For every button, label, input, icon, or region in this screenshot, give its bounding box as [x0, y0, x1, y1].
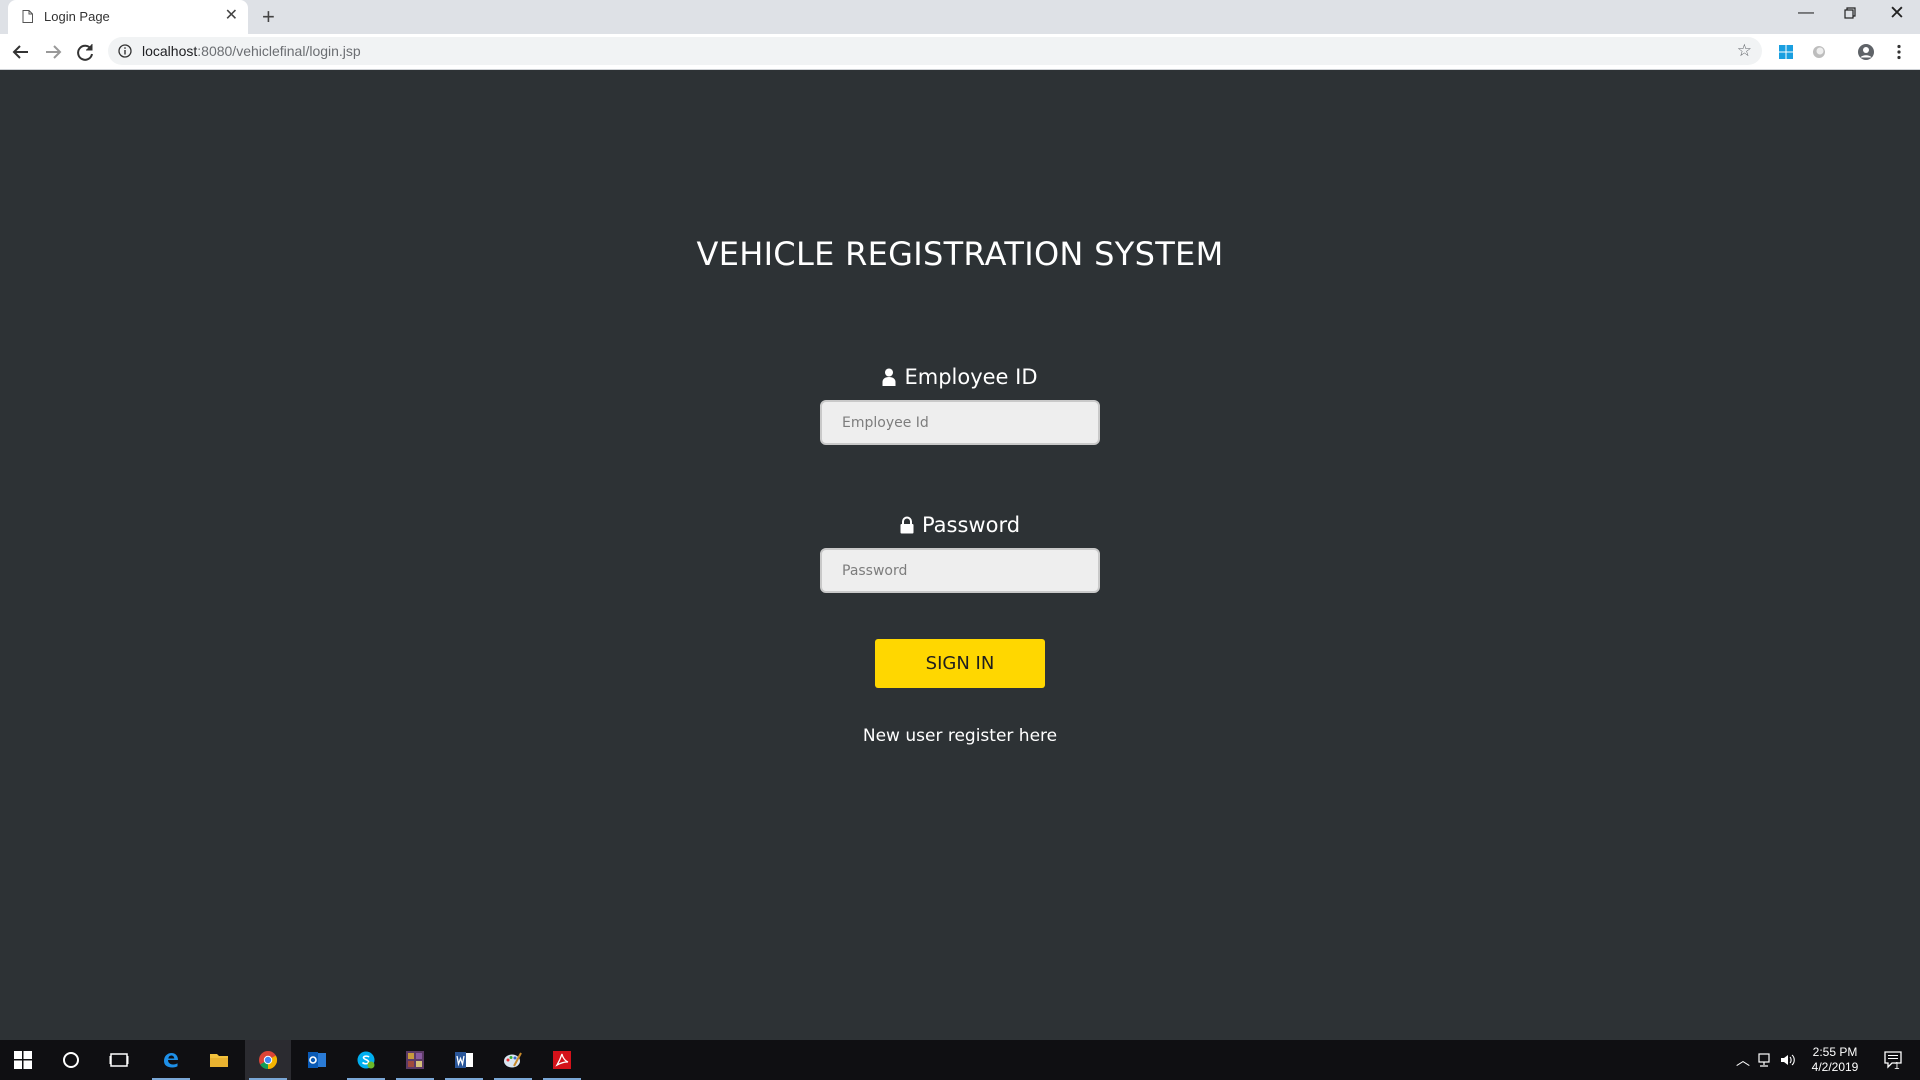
employee-id-input[interactable] — [820, 400, 1100, 445]
minimize-icon[interactable]: — — [1798, 4, 1814, 22]
password-input[interactable] — [820, 548, 1100, 593]
game-app-icon — [406, 1051, 424, 1069]
browser-menu-icon[interactable] — [1890, 43, 1908, 61]
cortana-button[interactable] — [48, 1040, 94, 1080]
browser-toolbar: localhost:8080/vehiclefinal/login.jsp ☆ — [0, 34, 1920, 70]
taskbar-file-explorer[interactable] — [196, 1040, 242, 1080]
taskbar-skype[interactable] — [343, 1040, 389, 1080]
taskbar-chrome[interactable] — [245, 1040, 291, 1080]
paint-icon — [504, 1052, 522, 1068]
url-text: localhost:8080/vehiclefinal/login.jsp — [142, 43, 361, 59]
action-center-button[interactable]: 1 — [1874, 1040, 1914, 1080]
forward-arrow-icon[interactable] — [42, 41, 64, 63]
restore-icon[interactable] — [1844, 6, 1856, 24]
windows-logo-icon — [14, 1051, 32, 1069]
network-icon[interactable] — [1756, 1053, 1772, 1067]
folder-icon — [210, 1054, 228, 1067]
register-link[interactable]: New user register here — [0, 726, 1920, 746]
user-icon — [882, 368, 896, 386]
task-view-button[interactable] — [96, 1040, 142, 1080]
clock-time: 2:55 PM — [1812, 1045, 1858, 1059]
edge-icon — [164, 1053, 178, 1068]
taskbar-acrobat[interactable] — [539, 1040, 585, 1080]
bookmark-star-icon[interactable]: ☆ — [1737, 41, 1752, 61]
windows-taskbar: ︿ 2:55 PM 4/2/2019 1 — [0, 1040, 1920, 1080]
word-icon — [455, 1052, 473, 1068]
reload-icon[interactable] — [74, 41, 96, 63]
taskbar-word[interactable] — [441, 1040, 487, 1080]
start-button[interactable] — [0, 1040, 46, 1080]
notification-count: 1 — [1894, 1061, 1900, 1072]
volume-icon[interactable] — [1780, 1053, 1796, 1067]
new-tab-button[interactable]: + — [262, 6, 275, 28]
login-page: VEHICLE REGISTRATION SYSTEM Employee ID … — [0, 70, 1920, 1040]
taskbar-paint[interactable] — [490, 1040, 536, 1080]
employee-id-label: Employee ID — [0, 365, 1920, 389]
address-bar[interactable]: localhost:8080/vehiclefinal/login.jsp ☆ — [108, 37, 1762, 65]
taskbar-game-app[interactable] — [392, 1040, 438, 1080]
profile-avatar-icon[interactable] — [1857, 43, 1875, 61]
lock-icon — [900, 516, 914, 534]
browser-tab[interactable]: Login Page ✕ — [8, 0, 248, 34]
chrome-icon — [259, 1051, 278, 1069]
sign-in-button[interactable]: SIGN IN — [875, 639, 1045, 688]
window-close-icon[interactable]: ✕ — [1889, 2, 1905, 25]
info-icon[interactable] — [118, 44, 132, 58]
back-arrow-icon[interactable] — [10, 41, 32, 63]
task-view-icon — [109, 1053, 129, 1067]
taskbar-clock[interactable]: 2:55 PM 4/2/2019 — [1800, 1045, 1870, 1075]
extension-circle-icon[interactable] — [1810, 43, 1828, 61]
cortana-circle-icon — [63, 1052, 79, 1068]
page-icon — [22, 10, 33, 23]
page-title: VEHICLE REGISTRATION SYSTEM — [696, 235, 1224, 273]
skype-icon — [357, 1051, 375, 1069]
clock-date: 4/2/2019 — [1811, 1060, 1859, 1074]
browser-tab-strip: Login Page ✕ + — ✕ — [0, 0, 1920, 34]
password-label: Password — [0, 513, 1920, 537]
tray-overflow-chevron-icon[interactable]: ︿ — [1736, 1050, 1750, 1070]
outlook-icon — [308, 1052, 326, 1068]
taskbar-edge[interactable] — [148, 1040, 194, 1080]
windows-extension-icon[interactable] — [1777, 43, 1795, 61]
taskbar-outlook[interactable] — [294, 1040, 340, 1080]
tab-title: Login Page — [44, 9, 110, 24]
acrobat-icon — [553, 1051, 571, 1069]
tab-close-icon[interactable]: ✕ — [225, 8, 238, 24]
